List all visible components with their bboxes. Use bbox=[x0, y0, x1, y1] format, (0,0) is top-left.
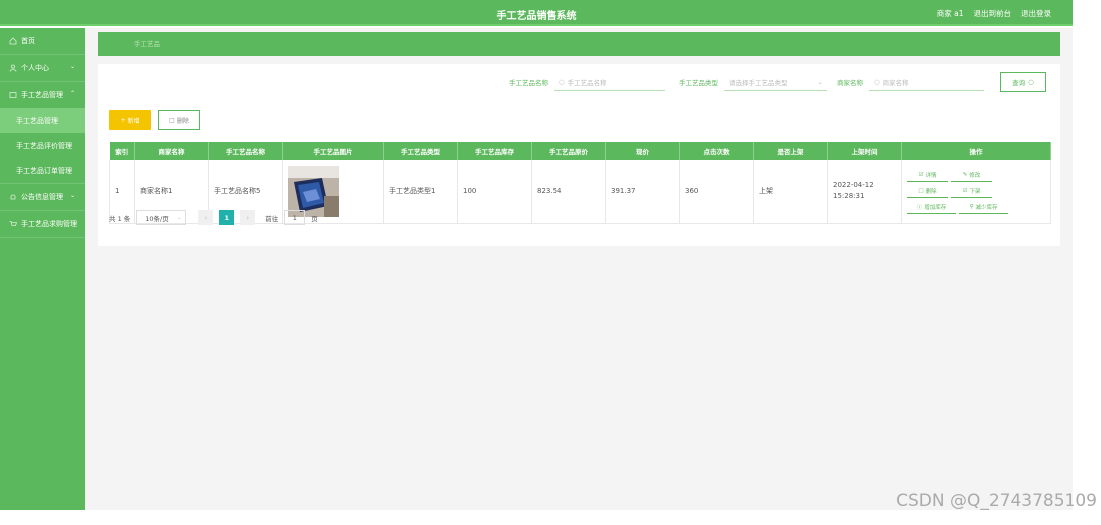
detail-button[interactable]: ☑ 详情 bbox=[907, 168, 948, 183]
detail-icon: ☑ bbox=[918, 171, 924, 178]
chevron-down-icon: ⌄ bbox=[69, 63, 75, 70]
sidebar-item-label: 手工艺品求购管理 bbox=[21, 220, 77, 228]
total-count: 共 1 条 bbox=[109, 214, 131, 223]
reduce-stock-button[interactable]: ⚲ 减少库存 bbox=[959, 200, 1008, 215]
query-button[interactable]: 查询 ○ bbox=[1000, 72, 1046, 92]
pagination: 共 1 条 10条/页 ⌄ ‹ 1 › 前往 1 页 bbox=[109, 210, 318, 225]
add-stock-button[interactable]: ⓘ 增加库存 bbox=[907, 200, 956, 215]
type-select[interactable]: 请选择手工艺品类型 ⌄ bbox=[724, 73, 827, 91]
goto-page-input[interactable]: 1 bbox=[284, 210, 306, 225]
logout-link[interactable]: 退出登录 bbox=[1021, 8, 1051, 19]
location-icon: ⚲ bbox=[969, 203, 974, 210]
box-icon bbox=[8, 91, 17, 100]
home-icon bbox=[8, 37, 17, 46]
column-header: 手工艺品类型 bbox=[383, 142, 458, 160]
sidebar-item-label: 公告信息管理 bbox=[21, 193, 63, 201]
app-title: 手工艺品销售系统 bbox=[496, 11, 577, 22]
row-delete-button[interactable]: □ 删除 bbox=[907, 184, 948, 199]
breadcrumb: 手工艺品 bbox=[98, 32, 1060, 56]
goto-label: 前往 bbox=[265, 214, 279, 223]
cell-original-price: 823.54 bbox=[531, 160, 606, 224]
column-header: 索引 bbox=[109, 142, 135, 160]
sidebar-subitem-craft-review[interactable]: 手工艺品评价管理 bbox=[0, 133, 85, 158]
info-icon: ⓘ bbox=[916, 204, 923, 211]
sidebar-subitem-craft-order[interactable]: 手工艺品订单管理 bbox=[0, 158, 85, 183]
plus-icon: + bbox=[120, 116, 126, 124]
user-icon bbox=[8, 64, 17, 73]
sidebar-item-notice[interactable]: 公告信息管理 ⌄ bbox=[0, 184, 85, 210]
sidebar: 首页 个人中心 ⌄ 手工艺品管理 ⌃ 手工艺品管理 手工艺品评价管理 手工艺品订… bbox=[0, 28, 85, 510]
cell-stock: 100 bbox=[457, 160, 532, 224]
chevron-up-icon: ⌃ bbox=[69, 90, 75, 97]
edit-icon: ✎ bbox=[962, 171, 968, 178]
search-icon: ○ bbox=[559, 77, 565, 86]
column-header: 操作 bbox=[901, 142, 1051, 160]
chevron-right-icon: › bbox=[246, 213, 250, 222]
search-icon: ○ bbox=[874, 77, 880, 86]
sidebar-item-home[interactable]: 首页 bbox=[0, 28, 85, 54]
app-root: 手工艺品销售系统 商家 a1 退出到前台 退出登录 首页 个人中心 ⌄ 手工艺品… bbox=[0, 0, 1101, 525]
prev-page-button[interactable]: ‹ bbox=[198, 210, 214, 225]
sidebar-item-label: 首页 bbox=[21, 37, 35, 45]
chevron-down-icon: ⌄ bbox=[817, 77, 823, 86]
next-page-button[interactable]: › bbox=[240, 210, 256, 225]
column-header: 手工艺品图片 bbox=[282, 142, 384, 160]
add-button[interactable]: + 新增 bbox=[109, 110, 151, 130]
back-to-front-link[interactable]: 退出到前台 bbox=[974, 8, 1012, 19]
search-bar: 手工艺品名称 ○ 手工艺品名称 手工艺品类型 请选择手工艺品类型 ⌄ 商家名称 … bbox=[509, 72, 1046, 92]
merchant-search-label: 商家名称 bbox=[837, 79, 863, 87]
column-header: 商家名称 bbox=[134, 142, 209, 160]
main-content: 手工艺品 手工艺品名称 ○ 手工艺品名称 手工艺品类型 请选择手工艺品类型 ⌄ … bbox=[85, 28, 1073, 510]
type-search-label: 手工艺品类型 bbox=[679, 79, 718, 87]
column-header: 手工艺品库存 bbox=[457, 142, 532, 160]
chevron-down-icon: ⌄ bbox=[177, 214, 182, 221]
cell-type: 手工艺品类型1 bbox=[383, 160, 458, 224]
header-right: 商家 a1 退出到前台 退出登录 bbox=[937, 8, 1051, 19]
sidebar-item-profile[interactable]: 个人中心 ⌄ bbox=[0, 55, 85, 81]
page-unit: 页 bbox=[311, 214, 318, 223]
cell-actions: ☑ 详情 ✎ 修改 □ 删除 ☑ 下架 ⓘ 增加库存 ⚲ 减少库存 bbox=[901, 160, 1051, 224]
watermark: CSDN @Q_2743785109 bbox=[896, 491, 1097, 511]
name-search-input[interactable]: ○ 手工艺品名称 bbox=[554, 73, 665, 91]
cart-icon bbox=[8, 220, 17, 229]
trash-icon: □ bbox=[918, 187, 924, 194]
current-user: 商家 a1 bbox=[936, 9, 964, 18]
chevron-down-icon: ⌄ bbox=[69, 192, 75, 199]
column-header: 上架时间 bbox=[827, 142, 902, 160]
delete-button[interactable]: □ 删除 bbox=[158, 110, 200, 130]
merchant-search-input[interactable]: ○ 商家名称 bbox=[869, 73, 984, 91]
chevron-left-icon: ‹ bbox=[204, 213, 208, 222]
column-header: 手工艺品名称 bbox=[208, 142, 283, 160]
cell-price: 391.37 bbox=[605, 160, 680, 224]
row-actions: ☑ 详情 ✎ 修改 □ 删除 ☑ 下架 ⓘ 增加库存 ⚲ 减少库存 bbox=[907, 168, 1032, 215]
column-header: 手工艺品原价 bbox=[531, 142, 606, 160]
column-header: 点击次数 bbox=[679, 142, 754, 160]
cell-clicks: 360 bbox=[679, 160, 754, 224]
cell-on-shelf: 上架 bbox=[753, 160, 828, 224]
name-search-label: 手工艺品名称 bbox=[509, 79, 548, 87]
page-number[interactable]: 1 bbox=[219, 210, 235, 225]
page-size-select[interactable]: 10条/页 ⌄ bbox=[136, 210, 187, 225]
checkbox-icon: ☑ bbox=[962, 187, 968, 194]
bell-icon bbox=[8, 193, 17, 202]
column-header: 是否上架 bbox=[753, 142, 828, 160]
edit-button[interactable]: ✎ 修改 bbox=[951, 168, 992, 183]
sidebar-item-label: 手工艺品管理 bbox=[21, 91, 63, 99]
sidebar-subitem-craft-manage[interactable]: 手工艺品管理 bbox=[0, 108, 85, 133]
trash-icon: □ bbox=[169, 116, 175, 124]
top-bar: 手工艺品销售系统 商家 a1 退出到前台 退出登录 bbox=[0, 0, 1073, 26]
list-panel: 手工艺品名称 ○ 手工艺品名称 手工艺品类型 请选择手工艺品类型 ⌄ 商家名称 … bbox=[98, 64, 1060, 246]
table-header-row: 索引 商家名称 手工艺品名称 手工艺品图片 手工艺品类型 手工艺品库存 手工艺品… bbox=[109, 142, 1051, 160]
sidebar-item-purchase[interactable]: 手工艺品求购管理 bbox=[0, 211, 85, 237]
sidebar-item-craft[interactable]: 手工艺品管理 ⌃ bbox=[0, 82, 85, 108]
sidebar-item-label: 个人中心 bbox=[21, 64, 49, 72]
search-icon: ○ bbox=[1028, 78, 1034, 86]
column-header: 现价 bbox=[605, 142, 680, 160]
cell-time: 2022-04-12 15:28:31 bbox=[827, 160, 902, 224]
off-shelf-button[interactable]: ☑ 下架 bbox=[951, 184, 992, 199]
